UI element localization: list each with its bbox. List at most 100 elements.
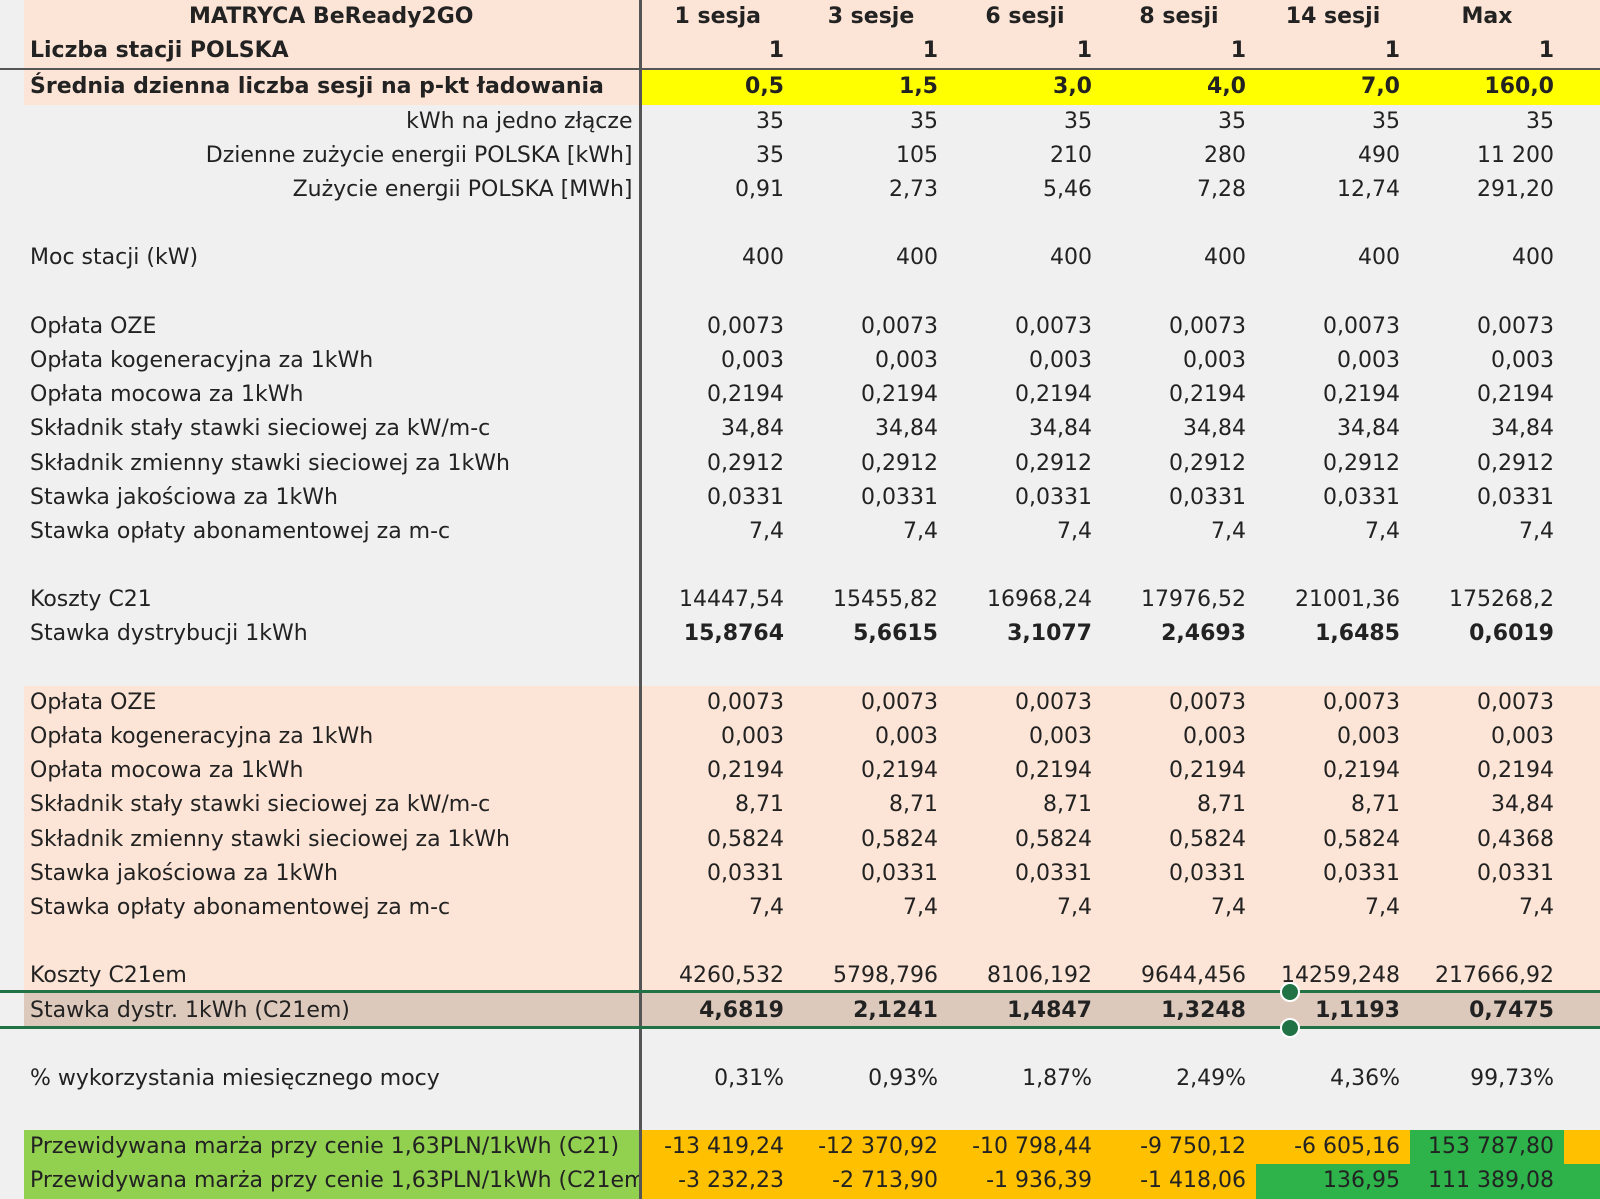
table-cell[interactable]: 1,87% (948, 1062, 1102, 1096)
table-cell[interactable]: 7,4 (1410, 890, 1564, 926)
table-cell[interactable]: 490 (1256, 139, 1410, 173)
table-cell[interactable]: 0,2194 (948, 378, 1102, 412)
table-cell[interactable]: 0,4368 (1410, 822, 1564, 857)
negative-margin-cell[interactable]: -9 750,12 (1102, 1130, 1256, 1165)
table-cell[interactable]: 8,71 (640, 788, 794, 823)
table-cell[interactable]: 105 (794, 139, 948, 173)
table-cell[interactable]: 0,5824 (640, 822, 794, 857)
table-cell[interactable]: 0,0331 (948, 481, 1102, 515)
table-cell[interactable]: 400 (1410, 241, 1564, 275)
table-cell[interactable]: 0,2194 (794, 378, 948, 412)
table-cell[interactable]: 210 (948, 139, 1102, 173)
table-cell[interactable]: 34,84 (1256, 412, 1410, 446)
table-cell[interactable]: 0,003 (1102, 719, 1256, 755)
table-cell[interactable]: 0,2194 (1102, 754, 1256, 789)
row-label[interactable]: Dzienne zużycie energii POLSKA [kWh] (24, 138, 642, 173)
table-cell[interactable]: 0,2194 (640, 378, 794, 412)
table-cell[interactable]: 12,74 (1256, 173, 1410, 207)
table-cell[interactable]: 15455,82 (794, 583, 948, 617)
table-cell[interactable]: 1 (794, 34, 948, 70)
table-cell[interactable]: 217666,92 (1410, 959, 1564, 994)
table-cell[interactable]: 0,0331 (1410, 481, 1564, 515)
table-cell[interactable]: 0,0073 (794, 310, 948, 344)
table-cell[interactable]: 7,4 (948, 515, 1102, 549)
table-cell[interactable]: 7,4 (794, 890, 948, 926)
table-cell[interactable]: 16968,24 (948, 583, 1102, 617)
table-cell[interactable]: 0,2194 (1256, 378, 1410, 412)
row-label[interactable]: Średnia dzienna liczba sesji na p-kt ład… (24, 68, 642, 105)
table-cell[interactable]: 400 (948, 241, 1102, 275)
table-cell[interactable]: 0,0073 (794, 685, 948, 720)
row-label[interactable]: Koszty C21em (24, 959, 642, 994)
row-label[interactable]: Moc stacji (kW) (24, 241, 642, 276)
table-cell[interactable]: 5798,796 (794, 959, 948, 994)
table-cell[interactable]: 0,5824 (794, 822, 948, 857)
table-cell[interactable]: 0,003 (640, 719, 794, 755)
table-cell[interactable]: 14447,54 (640, 583, 794, 617)
table-cell[interactable]: 0,7475 (1410, 993, 1564, 1028)
table-cell[interactable]: 1,1193 (1256, 993, 1410, 1028)
table-cell[interactable]: 0,2912 (948, 446, 1102, 480)
table-cell[interactable]: 0,0331 (794, 856, 948, 891)
table-cell[interactable]: 9644,456 (1102, 959, 1256, 994)
table-cell[interactable]: 0,31% (640, 1062, 794, 1096)
table-cell[interactable]: 0,0073 (948, 310, 1102, 344)
table-cell[interactable]: 1 (1102, 34, 1256, 70)
table-cell[interactable]: 0,0073 (1256, 310, 1410, 344)
row-label[interactable]: Składnik stały stawki sieciowej za kW/m-… (24, 412, 642, 447)
table-cell[interactable]: 400 (794, 241, 948, 275)
table-cell[interactable]: 0,003 (640, 344, 794, 378)
table-cell[interactable]: 0,0331 (1410, 856, 1564, 891)
table-cell[interactable]: 0,5824 (1256, 822, 1410, 857)
table-cell[interactable]: 0,0331 (1256, 856, 1410, 891)
table-cell[interactable]: 0,2912 (1102, 446, 1256, 480)
table-cell[interactable]: 35 (640, 139, 794, 173)
table-cell[interactable]: 0,5824 (948, 822, 1102, 857)
matrix-title-cell[interactable]: MATRYCA BeReady2GO (24, 0, 642, 35)
table-cell[interactable]: 175268,2 (1410, 583, 1564, 617)
table-cell[interactable]: 35 (1102, 105, 1256, 139)
table-cell[interactable]: 0,003 (1102, 344, 1256, 378)
table-cell[interactable]: 0,2194 (640, 754, 794, 789)
table-cell[interactable]: 400 (1102, 241, 1256, 275)
table-cell[interactable]: 8,71 (1256, 788, 1410, 823)
table-cell[interactable]: 7,4 (640, 515, 794, 549)
row-label[interactable]: Składnik zmienny stawki sieciowej za 1kW… (24, 822, 642, 857)
row-label[interactable]: Składnik zmienny stawki sieciowej za 1kW… (24, 446, 642, 481)
table-cell[interactable]: 3,1077 (948, 617, 1102, 651)
table-cell[interactable]: 0,003 (948, 719, 1102, 755)
row-label[interactable]: Opłata mocowa za 1kWh (24, 378, 642, 413)
table-cell[interactable]: 2,1241 (794, 993, 948, 1028)
table-cell[interactable]: 34,84 (1410, 412, 1564, 446)
table-cell[interactable]: 1,4847 (948, 993, 1102, 1028)
table-cell[interactable]: 1 (1256, 34, 1410, 70)
table-cell[interactable]: 400 (640, 241, 794, 275)
table-cell[interactable]: 0,5824 (1102, 822, 1256, 857)
table-cell[interactable]: 5,46 (948, 173, 1102, 207)
row-label[interactable]: Koszty C21 (24, 583, 642, 618)
negative-margin-cell[interactable]: -1 418,06 (1102, 1164, 1256, 1199)
table-cell[interactable]: 0,2194 (1102, 378, 1256, 412)
table-cell[interactable]: 0,91 (640, 173, 794, 207)
table-cell[interactable]: 0,0331 (794, 481, 948, 515)
table-cell[interactable]: 0,003 (1410, 344, 1564, 378)
table-cell[interactable]: 1 (1410, 34, 1564, 70)
negative-margin-cell[interactable]: -2 713,90 (794, 1164, 948, 1199)
table-cell[interactable]: 7,28 (1102, 173, 1256, 207)
table-cell[interactable]: 0,2912 (640, 446, 794, 480)
table-cell[interactable]: 34,84 (640, 412, 794, 446)
table-cell[interactable]: 0,0073 (640, 310, 794, 344)
table-cell[interactable]: 0,003 (794, 344, 948, 378)
table-cell[interactable]: 0,003 (1410, 719, 1564, 755)
table-cell[interactable]: 0,003 (948, 344, 1102, 378)
row-label[interactable]: % wykorzystania miesięcznego mocy (24, 1061, 642, 1096)
table-cell[interactable]: 0,0073 (1410, 685, 1564, 720)
positive-margin-cell[interactable]: 153 787,80 (1410, 1130, 1564, 1165)
table-cell[interactable]: 8106,192 (948, 959, 1102, 994)
table-cell[interactable]: 0,2194 (948, 754, 1102, 789)
table-cell[interactable]: 99,73% (1410, 1062, 1564, 1096)
table-cell[interactable]: 0,0331 (1102, 856, 1256, 891)
table-cell[interactable]: 0,0331 (1102, 481, 1256, 515)
table-cell[interactable]: 0,2194 (1410, 378, 1564, 412)
table-cell[interactable]: 21001,36 (1256, 583, 1410, 617)
